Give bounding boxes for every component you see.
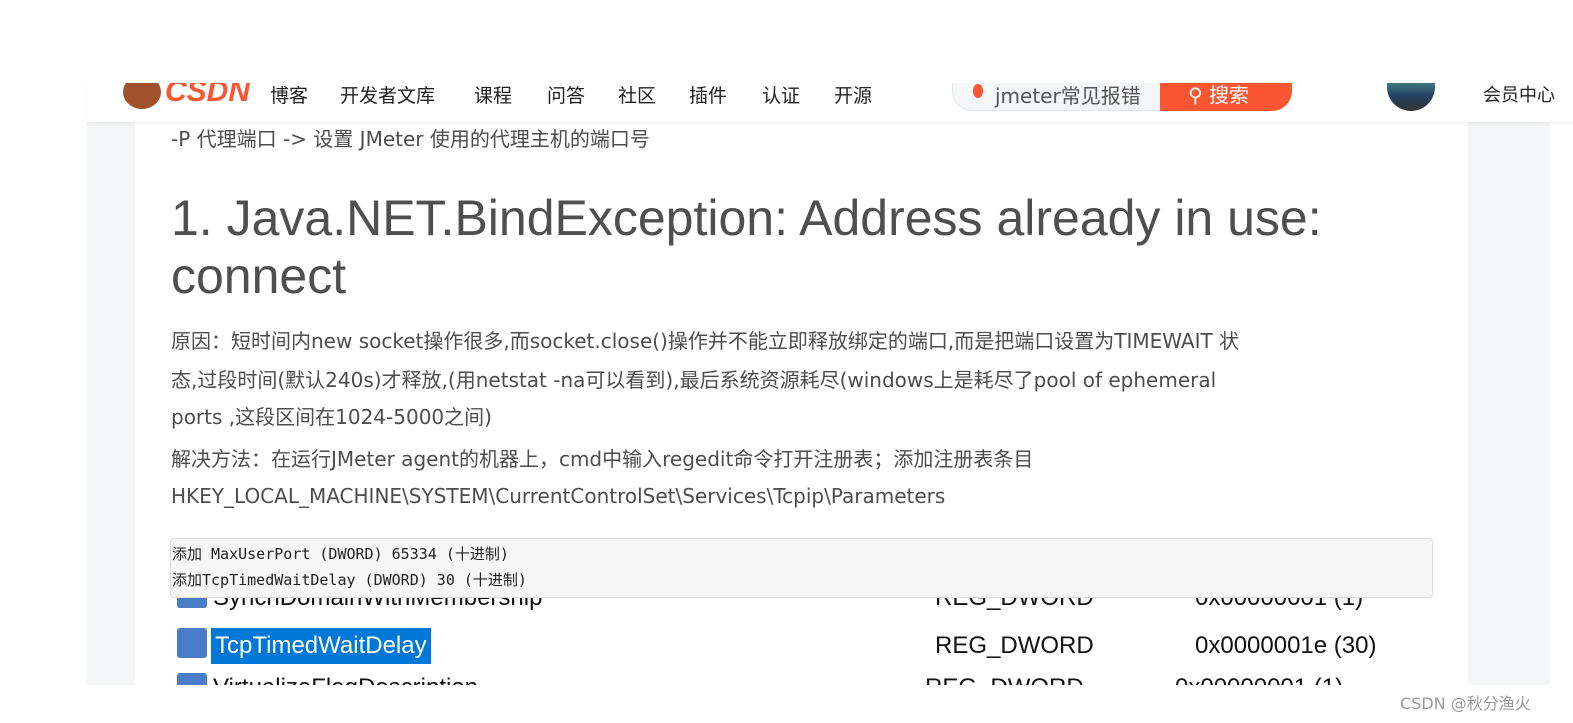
- code-line: 添加TcpTimedWaitDelay (DWORD) 30 (十进制): [172, 571, 527, 589]
- registry-type: REG_DWORD: [935, 598, 1094, 612]
- avatar[interactable]: [1387, 83, 1435, 111]
- nav-item[interactable]: 问答: [547, 83, 585, 108]
- registry-value: 0x00000001 (1): [1195, 598, 1363, 612]
- csdn-logo[interactable]: CSDN: [123, 83, 250, 111]
- registry-type: REG_DWORD: [935, 632, 1094, 659]
- nav-item[interactable]: 博客: [270, 83, 308, 108]
- logo-mascot-icon: [123, 83, 161, 109]
- paragraph: HKEY_LOCAL_MACHINE\SYSTEM\CurrentControl…: [171, 484, 946, 508]
- nav-item[interactable]: 开源: [834, 83, 872, 108]
- nav-item[interactable]: 课程: [474, 83, 512, 108]
- search-value: jmeter常见报错: [995, 84, 1141, 108]
- search-button-label: 搜索: [1209, 83, 1250, 107]
- vip-center-link[interactable]: 会员中心: [1483, 83, 1555, 107]
- paragraph: 态,过段时间(默认240s)才释放,(用netstat -na可以看到),最后系…: [171, 368, 1217, 392]
- registry-name-selected[interactable]: TcpTimedWaitDelay: [211, 628, 431, 664]
- paragraph: ports ,这段区间在1024-5000之间): [171, 405, 492, 429]
- registry-name: SynchDomainWithMembership: [213, 598, 542, 612]
- hot-fire-icon: [973, 84, 983, 98]
- registry-value-icon: [177, 598, 207, 608]
- registry-screenshot: SynchDomainWithMembership REG_DWORD 0x00…: [135, 598, 1468, 685]
- nav-item[interactable]: 社区: [618, 83, 656, 108]
- watermark: CSDN @秋分渔火: [1400, 694, 1531, 713]
- logo-text: CSDN: [165, 83, 251, 108]
- registry-value-icon: [177, 628, 207, 658]
- registry-value-icon: [177, 673, 207, 685]
- top-nav: CSDN 博客 开发者文库 课程 问答 社区 插件 认证 开源 jmeter常见…: [87, 83, 1573, 122]
- search-button[interactable]: ⚲ 搜索: [1160, 83, 1292, 111]
- registry-value: 0x0000001e (30): [1195, 632, 1377, 659]
- registry-name: VirtualizeFlagDescription: [213, 674, 478, 685]
- article: -P 代理端口 -> 设置 JMeter 使用的代理主机的端口号 1. Java…: [135, 122, 1468, 685]
- intro-text: -P 代理端口 -> 设置 JMeter 使用的代理主机的端口号: [171, 127, 650, 151]
- article-heading: 1. Java.NET.BindException: Address alrea…: [171, 190, 1322, 304]
- paragraph: 原因：短时间内new socket操作很多,而socket.close()操作并…: [171, 329, 1240, 353]
- nav-item[interactable]: 开发者文库: [340, 83, 435, 108]
- registry-type: REG_DWORD: [925, 674, 1084, 685]
- code-block: 添加 MaxUserPort (DWORD) 65334 (十进制) 添加Tcp…: [170, 538, 1433, 598]
- paragraph: 解决方法：在运行JMeter agent的机器上，cmd中输入regedit命令…: [171, 447, 1034, 471]
- nav-item[interactable]: 认证: [762, 83, 800, 108]
- nav-item[interactable]: 插件: [689, 83, 727, 108]
- registry-value: 0x00000001 (1): [1175, 674, 1343, 685]
- search-icon: ⚲: [1188, 83, 1203, 107]
- code-line: 添加 MaxUserPort (DWORD) 65334 (十进制): [172, 545, 509, 563]
